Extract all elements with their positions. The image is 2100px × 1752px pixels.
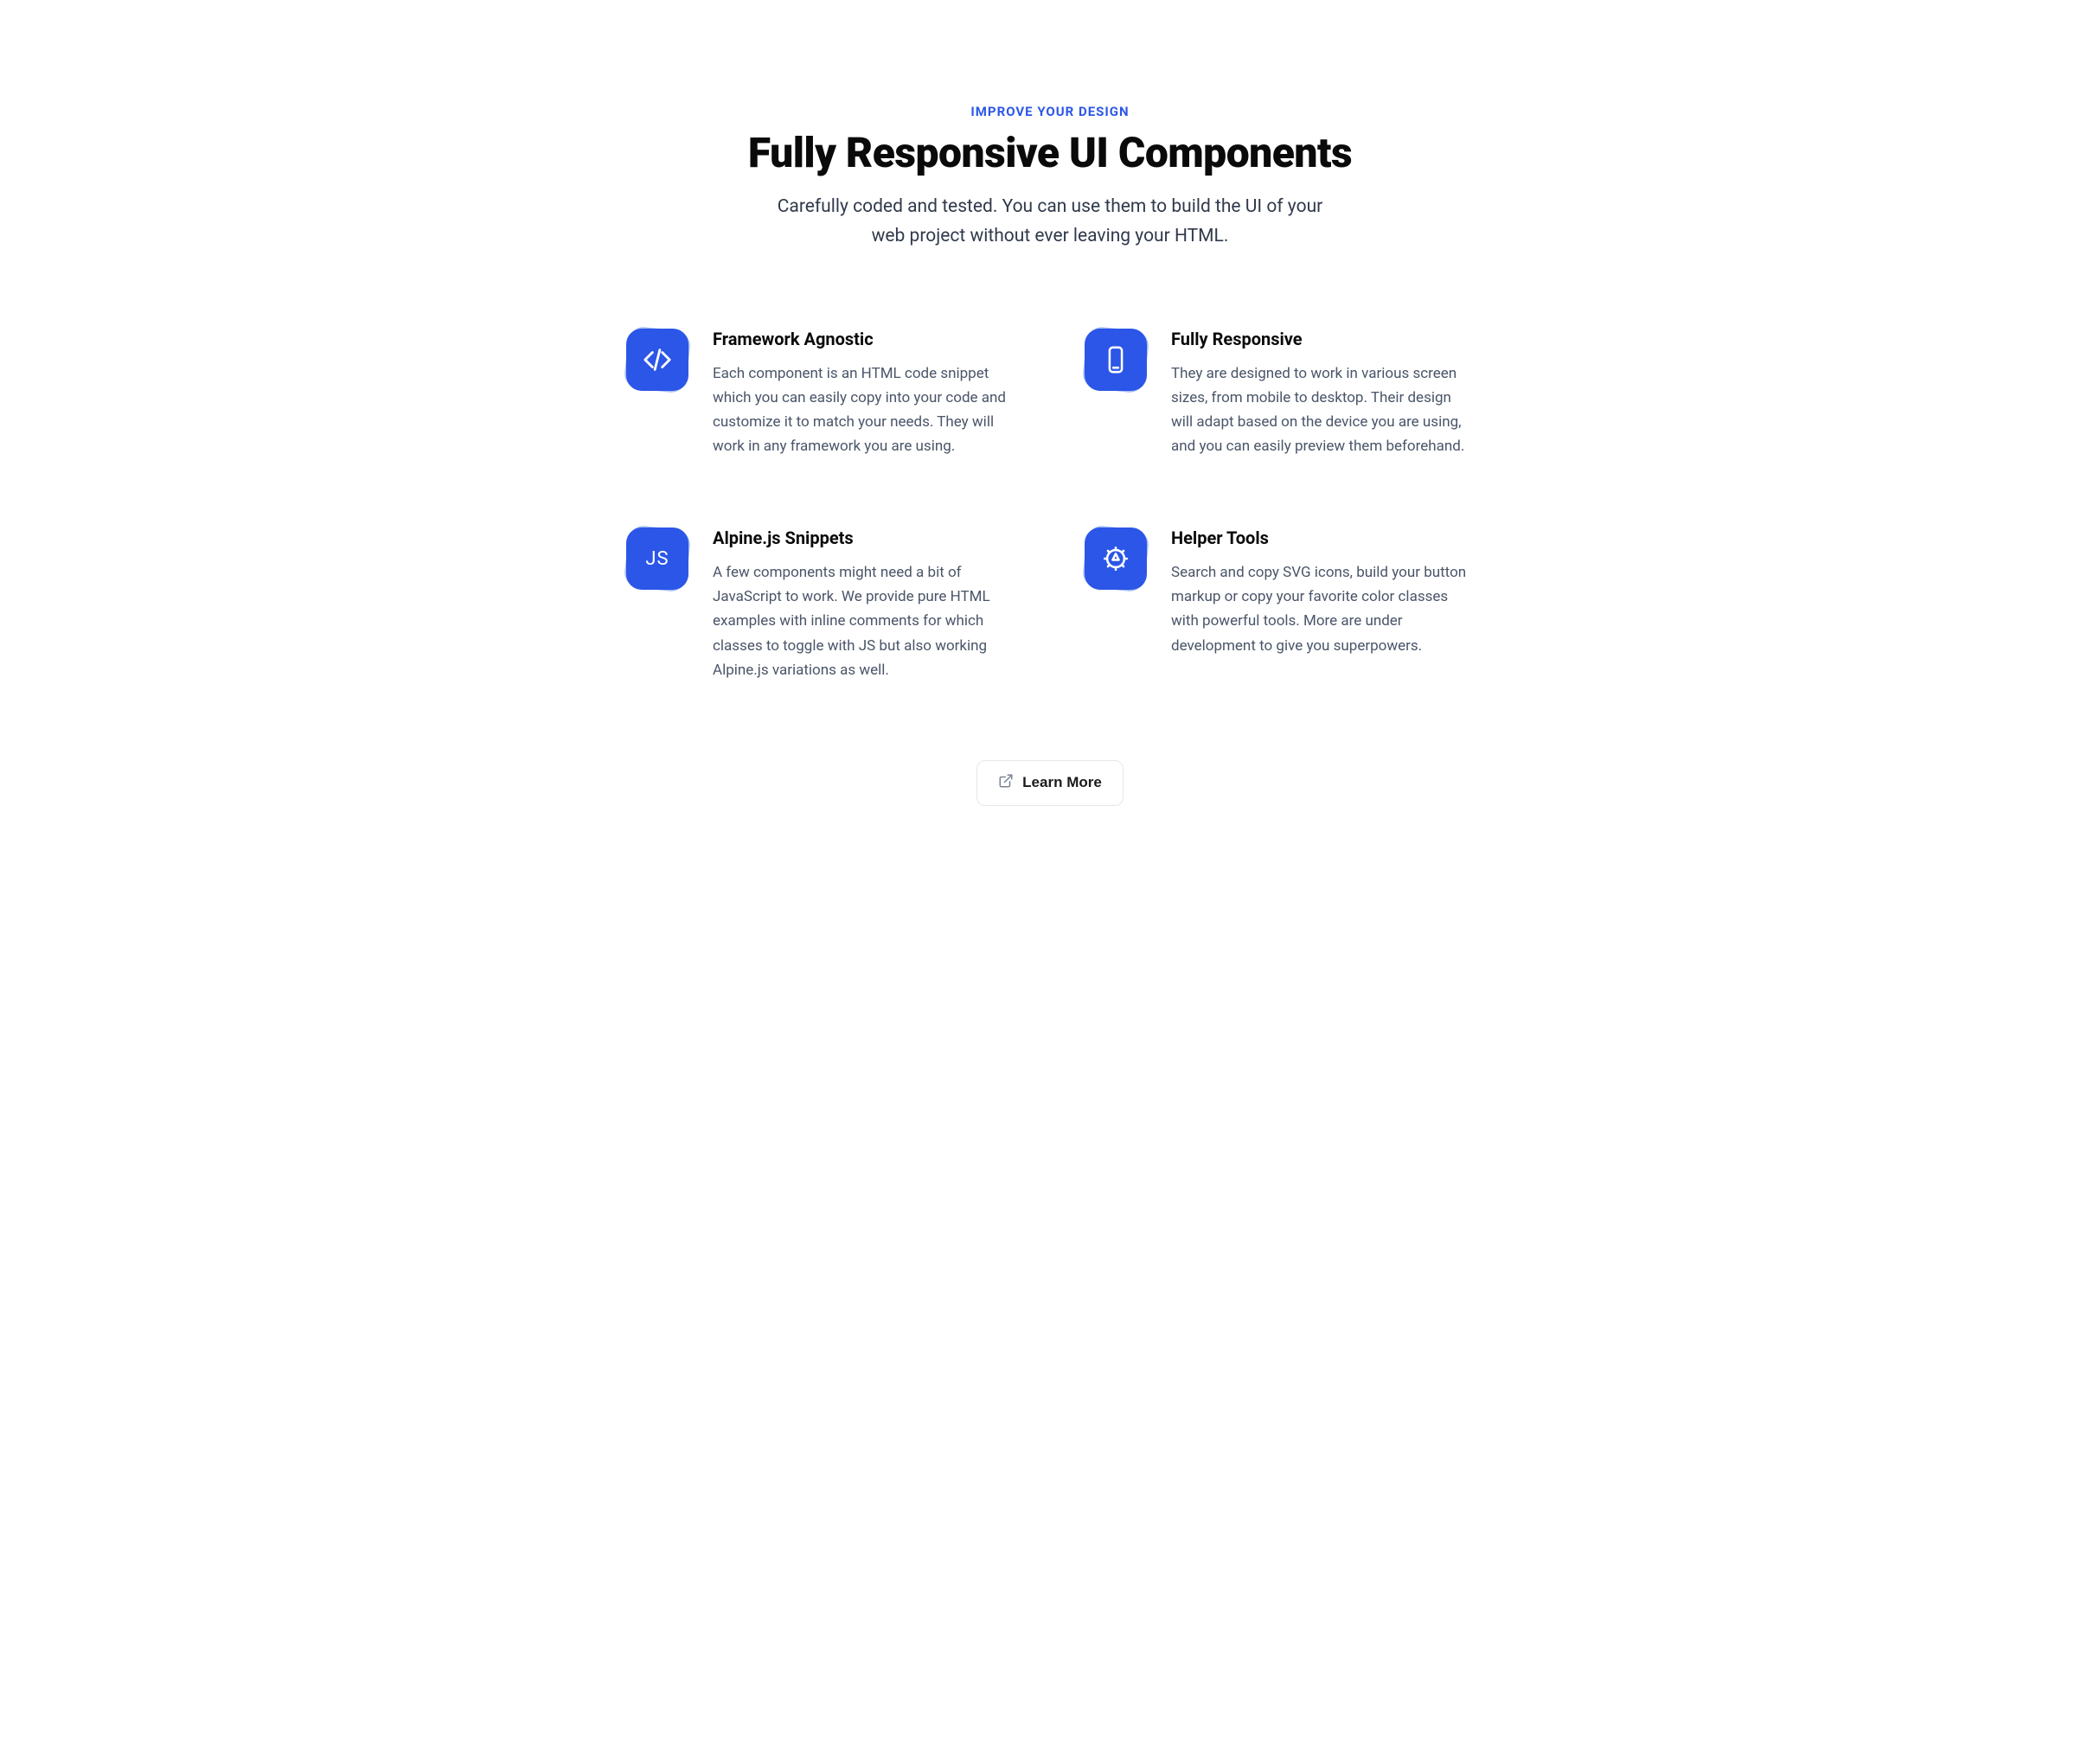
page-header: IMPROVE YOUR DESIGN Fully Responsive UI … <box>626 104 1474 251</box>
smartphone-icon <box>1085 329 1147 391</box>
cta-wrapper: Learn More <box>626 760 1474 806</box>
learn-more-button[interactable]: Learn More <box>976 760 1124 806</box>
external-link-icon <box>998 773 1014 793</box>
feature-fully-responsive: Fully Responsive They are designed to wo… <box>1085 329 1474 458</box>
header-eyebrow: IMPROVE YOUR DESIGN <box>626 104 1474 119</box>
feature-description: Each component is an HTML code snippet w… <box>713 361 1015 458</box>
js-icon: JS <box>626 528 688 590</box>
feature-description: Search and copy SVG icons, build your bu… <box>1171 560 1474 657</box>
feature-icon-wrap: JS <box>626 528 688 590</box>
feature-description: A few components might need a bit of Jav… <box>713 560 1015 681</box>
learn-more-label: Learn More <box>1022 774 1102 791</box>
feature-helper-tools: Helper Tools Search and copy SVG icons, … <box>1085 528 1474 681</box>
feature-title: Alpine.js Snippets <box>713 528 1015 548</box>
feature-content: Helper Tools Search and copy SVG icons, … <box>1171 528 1474 681</box>
feature-title: Fully Responsive <box>1171 329 1474 349</box>
page-title: Fully Responsive UI Components <box>626 128 1474 177</box>
page-subtitle: Carefully coded and tested. You can use … <box>773 193 1327 251</box>
feature-icon-wrap <box>626 329 688 391</box>
feature-alpinejs-snippets: JS Alpine.js Snippets A few components m… <box>626 528 1015 681</box>
code-icon <box>626 329 688 391</box>
gear-icon <box>1085 528 1147 590</box>
features-grid: Framework Agnostic Each component is an … <box>626 329 1474 681</box>
feature-content: Alpine.js Snippets A few components migh… <box>713 528 1015 681</box>
feature-framework-agnostic: Framework Agnostic Each component is an … <box>626 329 1015 458</box>
feature-icon-wrap <box>1085 329 1147 391</box>
feature-content: Framework Agnostic Each component is an … <box>713 329 1015 458</box>
feature-title: Framework Agnostic <box>713 329 1015 349</box>
js-icon-text: JS <box>645 548 669 570</box>
feature-description: They are designed to work in various scr… <box>1171 361 1474 458</box>
feature-icon-wrap <box>1085 528 1147 590</box>
feature-title: Helper Tools <box>1171 528 1474 548</box>
feature-content: Fully Responsive They are designed to wo… <box>1171 329 1474 458</box>
